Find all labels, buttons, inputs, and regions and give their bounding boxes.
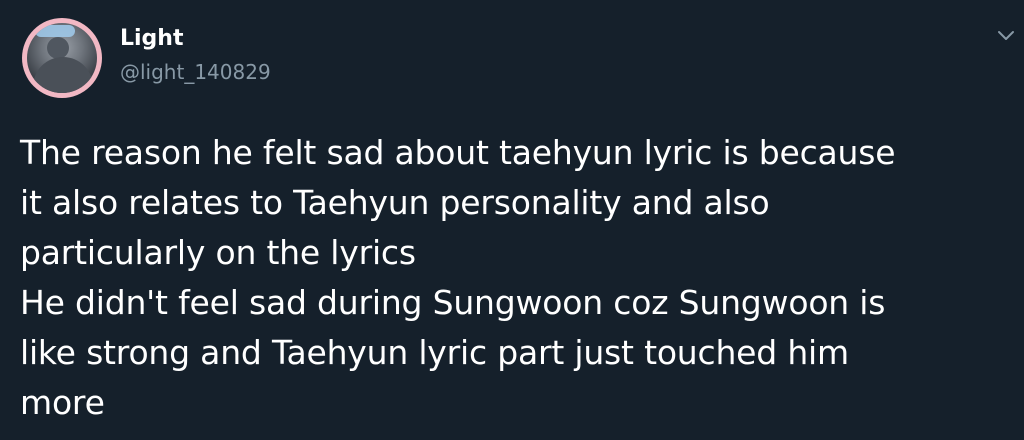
tweet-text-line: He didn't feel sad during Sungwoon coz S… <box>20 283 886 322</box>
tweet-card: Light @light_140829 The reason he felt s… <box>0 0 1024 440</box>
tweet-text: The reason he felt sad about taehyun lyr… <box>20 128 1015 428</box>
avatar-figure-head <box>47 37 69 59</box>
tweet-text-line: particularly on the lyrics <box>20 233 416 272</box>
tweet-text-line: The reason he felt sad about taehyun lyr… <box>20 133 896 172</box>
avatar-badge <box>35 25 75 37</box>
avatar[interactable] <box>22 18 102 98</box>
user-handle[interactable]: @light_140829 <box>120 58 271 86</box>
avatar-image <box>27 23 97 93</box>
user-display-name[interactable]: Light <box>120 24 184 54</box>
tweet-text-line: more <box>20 383 105 422</box>
tweet-text-line: it also relates to Taehyun personality a… <box>20 183 770 222</box>
chevron-down-icon[interactable] <box>996 26 1016 46</box>
avatar-figure-body <box>33 57 93 93</box>
tweet-text-line: like strong and Taehyun lyric part just … <box>20 333 849 372</box>
